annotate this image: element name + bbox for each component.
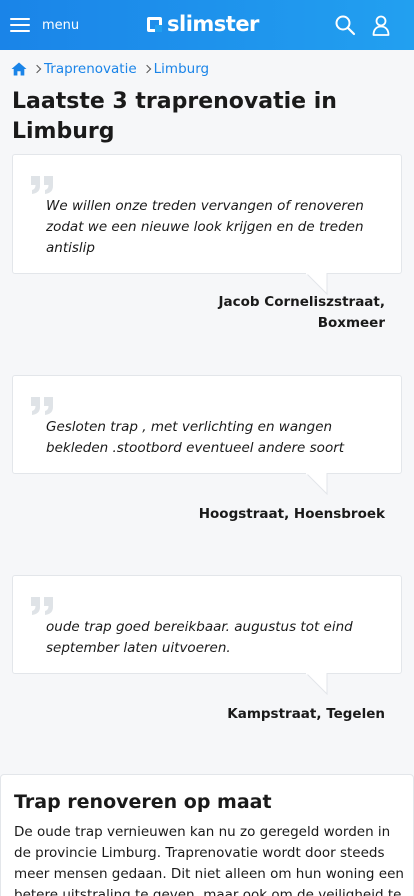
menu-button[interactable]: menu <box>10 8 79 42</box>
breadcrumb: Traprenovatie Limburg <box>11 59 209 79</box>
top-bar: menu slimster <box>0 0 414 50</box>
info-section: Trap renoveren op maat De oude trap vern… <box>0 774 414 896</box>
testimonial-address: Kampstraat, Tegelen <box>227 706 385 722</box>
testimonial-quote: We willen onze treden vervangen of renov… <box>46 198 364 256</box>
home-icon[interactable] <box>11 62 27 76</box>
chevron-right-icon <box>32 64 42 74</box>
testimonial-quote: oude trap goed bereikbaar. augustus tot … <box>46 619 353 656</box>
quote-icon <box>31 397 53 415</box>
quote-icon <box>31 176 53 194</box>
testimonial-address: Hoogstraat, Hoensbroek <box>198 506 385 522</box>
info-title: Trap renoveren op maat <box>14 791 272 813</box>
testimonial-quote: Gesloten trap , met verlichting en wange… <box>46 419 345 456</box>
page-title: Laatste 3 traprenovatie in Limburg <box>12 89 337 144</box>
slimster-logo[interactable]: slimster <box>147 12 259 36</box>
info-body: De oude trap vernieuwen kan nu zo gerege… <box>14 824 404 896</box>
hamburger-icon <box>10 18 30 32</box>
testimonial-address: Jacob Corneliszstraat, Boxmeer <box>218 294 385 331</box>
testimonial-card: Gesloten trap , met verlichting en wange… <box>12 375 402 474</box>
breadcrumb-traprenovatie[interactable]: Traprenovatie <box>44 61 137 77</box>
breadcrumb-limburg[interactable]: Limburg <box>154 61 209 77</box>
quote-icon <box>31 597 53 615</box>
user-icon[interactable] <box>370 14 392 36</box>
speech-bubble-tail <box>306 473 328 495</box>
menu-label: menu <box>42 17 80 33</box>
slimster-logo-mark <box>147 16 162 32</box>
chevron-right-icon <box>142 64 151 74</box>
search-icon[interactable] <box>334 14 356 36</box>
testimonial-card: oude trap goed bereikbaar. augustus tot … <box>12 575 402 674</box>
testimonial-card: We willen onze treden vervangen of renov… <box>12 154 402 274</box>
speech-bubble-tail <box>306 673 328 695</box>
logo-text: slimster <box>167 12 259 36</box>
